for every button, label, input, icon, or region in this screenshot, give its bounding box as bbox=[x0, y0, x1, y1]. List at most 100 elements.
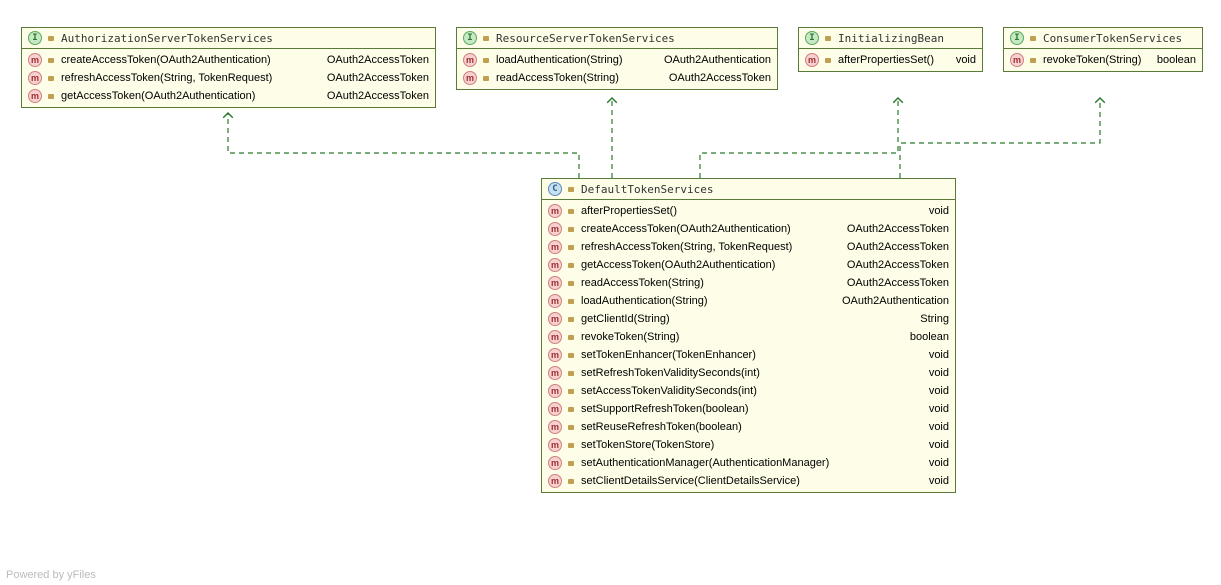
box-body: m revokeToken(String) boolean bbox=[1004, 49, 1202, 71]
method-ret: void bbox=[919, 367, 949, 379]
method-icon: m bbox=[548, 222, 562, 236]
method-row: m getAccessToken(OAuth2Authentication) OAu… bbox=[542, 256, 955, 274]
method-row: m revokeToken(String) boolean bbox=[1004, 51, 1202, 69]
method-ret: OAuth2AccessToken bbox=[317, 72, 429, 84]
method-icon: m bbox=[548, 474, 562, 488]
method-row: m revokeToken(String) boolean bbox=[542, 328, 955, 346]
method-icon: m bbox=[805, 53, 819, 67]
method-sig: getAccessToken(OAuth2Authentication) bbox=[581, 259, 775, 271]
lock-icon bbox=[46, 73, 56, 83]
method-row: m setClientDetailsService(ClientDetailsSe… bbox=[542, 472, 955, 490]
interface-icon: I bbox=[463, 31, 477, 45]
method-row: m getClientId(String) String bbox=[542, 310, 955, 328]
box-header: C DefaultTokenServices bbox=[542, 179, 955, 200]
lock-icon bbox=[566, 242, 576, 252]
method-ret: void bbox=[919, 439, 949, 451]
lock-icon bbox=[566, 386, 576, 396]
method-ret: void bbox=[919, 349, 949, 361]
method-sig: setTokenEnhancer(TokenEnhancer) bbox=[581, 349, 756, 361]
method-sig: revokeToken(String) bbox=[1043, 54, 1141, 66]
method-icon: m bbox=[548, 330, 562, 344]
lock-icon bbox=[566, 260, 576, 270]
lock-icon bbox=[566, 422, 576, 432]
lock-icon bbox=[566, 440, 576, 450]
interface-icon: I bbox=[1010, 31, 1024, 45]
method-ret: void bbox=[919, 385, 949, 397]
method-icon: m bbox=[463, 53, 477, 67]
method-ret: boolean bbox=[1147, 54, 1196, 66]
box-body: m afterPropertiesSet() void bbox=[799, 49, 982, 71]
method-sig: setReuseRefreshToken(boolean) bbox=[581, 421, 742, 433]
method-ret: OAuth2AccessToken bbox=[837, 277, 949, 289]
method-row: m setReuseRefreshToken(boolean) void bbox=[542, 418, 955, 436]
interface-box-consumer: I ConsumerTokenServices mrevokeToken(Str… bbox=[1003, 27, 1203, 72]
method-ret: void bbox=[919, 421, 949, 433]
method-ret: void bbox=[946, 54, 976, 66]
method-sig: setRefreshTokenValiditySeconds(int) bbox=[581, 367, 760, 379]
method-icon: m bbox=[548, 258, 562, 272]
method-row: m createAccessToken(OAuth2Authentication)… bbox=[542, 220, 955, 238]
method-icon: m bbox=[463, 71, 477, 85]
method-icon: m bbox=[548, 402, 562, 416]
method-icon: m bbox=[548, 420, 562, 434]
method-sig: revokeToken(String) bbox=[581, 331, 679, 343]
method-sig: afterPropertiesSet() bbox=[581, 205, 677, 217]
interface-box-authorization: I AuthorizationServerTokenServices mcrea… bbox=[21, 27, 436, 108]
type-name: AuthorizationServerTokenServices bbox=[61, 32, 273, 45]
lock-icon bbox=[481, 33, 491, 43]
method-sig: refreshAccessToken(String, TokenRequest) bbox=[61, 72, 272, 84]
method-icon: m bbox=[548, 366, 562, 380]
method-row: m setRefreshTokenValiditySeconds(int) void bbox=[542, 364, 955, 382]
lock-icon bbox=[46, 33, 56, 43]
box-body: mloadAuthentication(String)OAuth2Authent… bbox=[457, 49, 777, 89]
method-sig: createAccessToken(OAuth2Authentication) bbox=[581, 223, 791, 235]
method-row: msetAccessTokenValiditySeconds(int)void bbox=[542, 382, 955, 400]
box-header: I AuthorizationServerTokenServices bbox=[22, 28, 435, 49]
method-row: mgetAccessToken(OAuth2Authentication)OAu… bbox=[22, 87, 435, 105]
method-row: mrefreshAccessToken(String, TokenRequest… bbox=[22, 69, 435, 87]
lock-icon bbox=[566, 278, 576, 288]
method-row: mreadAccessToken(String)OAuth2AccessToke… bbox=[457, 69, 777, 87]
type-name: DefaultTokenServices bbox=[581, 183, 713, 196]
type-name: InitializingBean bbox=[838, 32, 944, 45]
method-sig: setClientDetailsService(ClientDetailsSer… bbox=[581, 475, 800, 487]
lock-icon bbox=[566, 458, 576, 468]
method-icon: m bbox=[548, 384, 562, 398]
method-sig: readAccessToken(String) bbox=[496, 72, 619, 84]
method-ret: boolean bbox=[900, 331, 949, 343]
method-sig: loadAuthentication(String) bbox=[581, 295, 708, 307]
method-sig: getClientId(String) bbox=[581, 313, 670, 325]
method-icon: m bbox=[548, 276, 562, 290]
box-header: I InitializingBean bbox=[799, 28, 982, 49]
method-sig: getAccessToken(OAuth2Authentication) bbox=[61, 90, 255, 102]
method-icon: m bbox=[548, 312, 562, 326]
lock-icon bbox=[823, 33, 833, 43]
method-sig: readAccessToken(String) bbox=[581, 277, 704, 289]
method-row: mloadAuthentication(String)OAuth2Authent… bbox=[542, 292, 955, 310]
method-ret: void bbox=[919, 475, 949, 487]
method-icon: m bbox=[1010, 53, 1024, 67]
lock-icon bbox=[566, 184, 576, 194]
method-sig: setAuthenticationManager(AuthenticationM… bbox=[581, 457, 829, 469]
lock-icon bbox=[46, 91, 56, 101]
method-row: mcreateAccessToken(OAuth2Authentication)… bbox=[22, 51, 435, 69]
method-icon: m bbox=[28, 53, 42, 67]
method-ret: String bbox=[910, 313, 949, 325]
method-ret: OAuth2AccessToken bbox=[837, 223, 949, 235]
method-row: m afterPropertiesSet() void bbox=[799, 51, 982, 69]
footer-text: Powered by yFiles bbox=[6, 569, 96, 581]
method-ret: OAuth2Authentication bbox=[654, 54, 771, 66]
lock-icon bbox=[566, 314, 576, 324]
method-sig: afterPropertiesSet() bbox=[838, 54, 934, 66]
type-name: ResourceServerTokenServices bbox=[496, 32, 675, 45]
lock-icon bbox=[481, 55, 491, 65]
method-ret: OAuth2Authentication bbox=[832, 295, 949, 307]
method-row: mafterPropertiesSet()void bbox=[542, 202, 955, 220]
method-ret: void bbox=[919, 457, 949, 469]
lock-icon bbox=[1028, 55, 1038, 65]
lock-icon bbox=[566, 332, 576, 342]
method-ret: OAuth2AccessToken bbox=[837, 259, 949, 271]
method-icon: m bbox=[548, 240, 562, 254]
interface-icon: I bbox=[28, 31, 42, 45]
lock-icon bbox=[46, 55, 56, 65]
